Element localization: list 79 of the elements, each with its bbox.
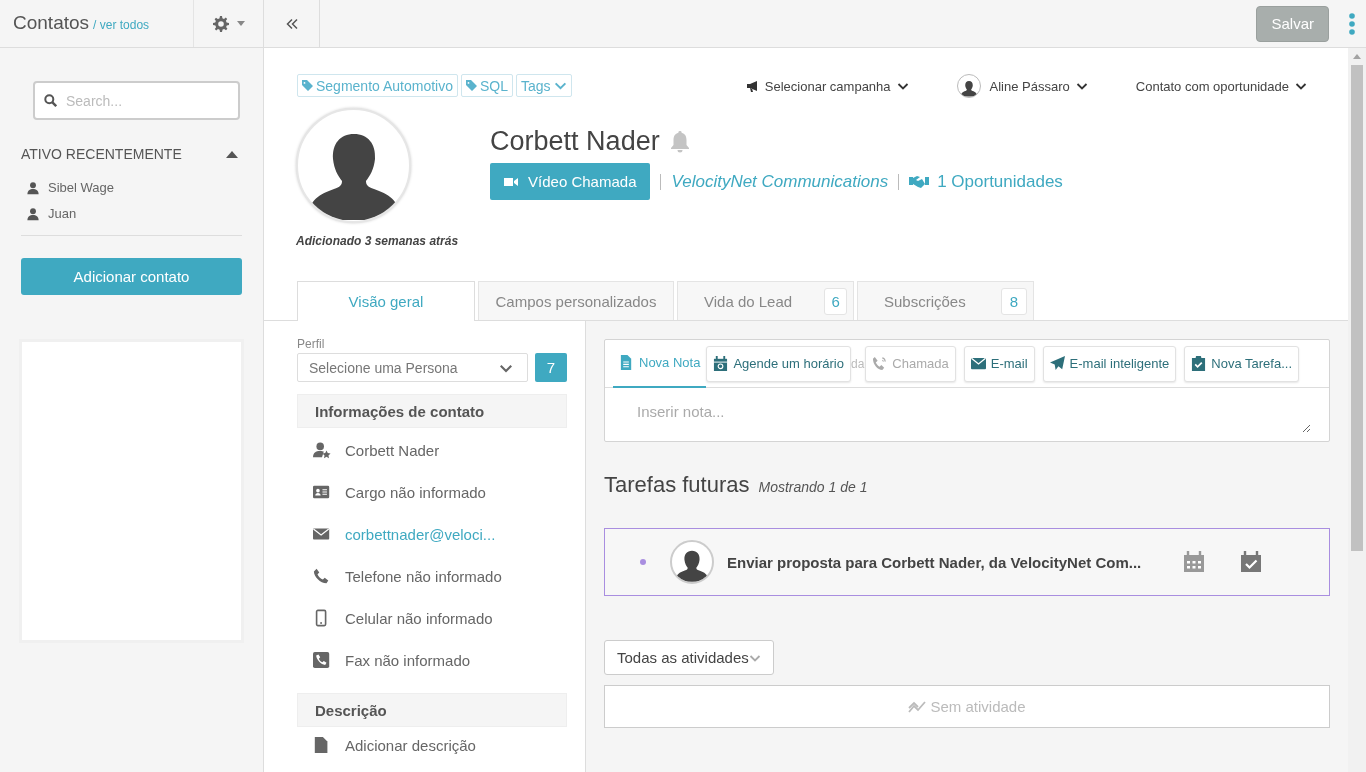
count-badge: 7 [535, 353, 567, 382]
empty-message: Sem atividade [930, 698, 1026, 715]
tab[interactable]: Visão geral [297, 281, 475, 321]
info-text: Fax não informado [345, 651, 471, 669]
caret-icon [236, 21, 245, 26]
search-field[interactable]: Search... [33, 81, 240, 120]
partial-label: da [851, 356, 865, 371]
add-description-link[interactable]: Adicionar descrição [345, 736, 476, 754]
tags-dropdown[interactable]: Tags [516, 74, 572, 97]
company-link[interactable]: VelocityNet Communications [671, 171, 889, 192]
field-label: Perfil [297, 337, 326, 351]
id-card-icon [313, 483, 331, 501]
video-call-button[interactable]: Vídeo Chamada [490, 163, 651, 200]
contact-link[interactable]: Sibel Wage [48, 180, 114, 195]
task-card[interactable]: Enviar proposta para Corbett Nader, da VelocityNet Com... [604, 528, 1330, 596]
caret-up-icon [226, 150, 238, 158]
document-icon [619, 355, 634, 370]
tag-icon [302, 80, 313, 91]
task-title: Enviar proposta para Corbett Nader, da VelocityNet Com... [727, 553, 1142, 571]
action-button[interactable]: E-mail [963, 345, 1035, 382]
tag[interactable]: Segmento Automotivo [297, 74, 458, 97]
kebab-menu-icon [1349, 12, 1355, 35]
action-button[interactable]: Agende um horário [706, 345, 851, 382]
tab[interactable]: Campos personalizados [478, 281, 674, 320]
scrollbar[interactable] [1348, 48, 1366, 772]
settings-icon [212, 15, 229, 32]
activity-filter-dropdown[interactable]: Todas as atividades [604, 640, 774, 675]
action-button[interactable]: Nova Tarefa... [1184, 345, 1299, 382]
tab-label: Vida do Lead [704, 292, 793, 310]
phone-icon [872, 356, 888, 371]
person-silhouette [959, 80, 978, 97]
result-count: Mostrando 1 de 1 [758, 479, 868, 495]
calendar-check-icon[interactable] [1240, 551, 1263, 573]
count-badge: 6 [824, 287, 847, 315]
chart-line-icon [908, 699, 927, 714]
tab[interactable]: Vida do Lead 6 [677, 281, 854, 320]
info-text: Corbett Nader [345, 441, 440, 459]
sidebar-title: Contatos [13, 12, 90, 34]
opportunities-link[interactable]: 1 Oportunidades [909, 171, 1063, 192]
person-icon [26, 206, 40, 221]
bell-icon[interactable] [669, 130, 690, 153]
phone-icon [313, 567, 331, 585]
action-button[interactable]: E-mail inteligente [1042, 345, 1177, 382]
email-link[interactable]: corbettnader@veloci... [345, 525, 496, 543]
contact-name: Corbett Nader [490, 126, 660, 157]
tag[interactable]: SQL [461, 74, 513, 97]
tab[interactable]: Subscrições 8 [857, 281, 1034, 320]
tab-label: Subscrições [884, 292, 966, 310]
section-title: Tarefas futuras [604, 472, 750, 498]
status-dropdown[interactable]: Contato com oportunidade [1135, 78, 1307, 94]
person-star-icon [313, 441, 331, 459]
campaign-dropdown[interactable]: Selecionar campanha [746, 78, 909, 94]
section-header: Descrição [297, 693, 567, 727]
contact-link[interactable]: Juan [48, 206, 77, 221]
calendar-icon[interactable] [1183, 551, 1206, 573]
megaphone-icon [746, 80, 759, 92]
fax-icon [313, 651, 331, 669]
count-badge: 8 [1001, 287, 1027, 315]
info-text: Telefone não informado [345, 567, 502, 585]
dropdown-placeholder: Selecione uma Persona [309, 359, 458, 376]
video-camera-icon [504, 176, 519, 187]
double-chevron-left-icon [285, 17, 298, 30]
view-all-link[interactable]: / ver todos [93, 18, 150, 32]
handshake-icon [909, 174, 930, 189]
added-date: Adicionado 3 semanas atrás [296, 234, 459, 248]
persona-dropdown[interactable]: Selecione uma Persona [297, 353, 528, 382]
owner-dropdown[interactable]: Aline Pássaro [956, 74, 1088, 98]
section-heading: ATIVO RECENTEMENTE [21, 146, 182, 162]
person-icon [26, 180, 40, 195]
calendar-icon [713, 356, 729, 371]
info-text: Cargo não informado [345, 483, 486, 501]
clipboard-check-icon [1191, 356, 1207, 371]
section-header: Informações de contato [297, 394, 567, 428]
info-text: Celular não informado [345, 609, 493, 627]
paper-plane-icon [1049, 356, 1065, 371]
scroll-up-icon [1353, 54, 1361, 59]
tag-icon [466, 80, 477, 91]
add-contact-button[interactable]: Adicionar contato [21, 258, 242, 295]
envelope-icon [970, 356, 986, 371]
